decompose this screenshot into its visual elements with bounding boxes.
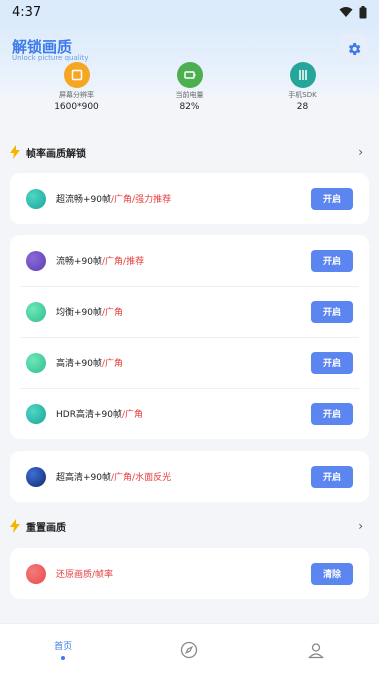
option-tags: /广角 [102,308,124,318]
lightning-icon [10,145,20,159]
page-subtitle: Unlock picture quality [12,54,89,62]
bottom-nav: 首页 [0,623,379,675]
smooth-icon [26,250,46,271]
list-item: 超流畅+90帧/广角/强力推荐 开启 [10,173,369,224]
nav-home-label: 首页 [54,642,73,652]
settings-button[interactable] [339,34,369,64]
enable-button[interactable]: 开启 [311,300,353,323]
chevron-right-icon: › [358,519,363,533]
option-name: 超流畅+90帧 [56,195,111,205]
list-item: 流畅+90帧/广角/推荐 开启 [10,235,369,286]
reset-label: 还原画质/帧率 [56,570,114,580]
option-tags: /广角 [121,410,143,420]
clear-button[interactable]: 清除 [311,562,353,585]
reset-card: 还原画质/帧率 清除 [10,548,369,599]
sdk-icon [289,62,316,88]
list-item: 超高清+90帧/广角/水面反光 开启 [10,451,369,502]
section-reset-header[interactable]: 重置画质 › [10,516,369,536]
section-unlock-header[interactable]: 帧率画质解锁 › [10,142,369,162]
stat-resolution: 屏幕分辨率 1600*900 [32,62,122,118]
list-item: 还原画质/帧率 清除 [10,548,369,599]
nav-home[interactable]: 首页 [23,624,103,675]
gear-icon [348,43,361,55]
stat-label: 屏幕分辨率 [59,91,94,99]
option-card: 超高清+90帧/广角/水面反光 开启 [10,451,369,502]
stat-value: 28 [296,102,309,112]
list-item: HDR高清+90帧/广角 开启 [10,388,369,439]
option-card: 流畅+90帧/广角/推荐 开启 均衡+90帧/广角 开启 高清+90帧/广角 开… [10,235,369,439]
lightning-icon [10,519,20,533]
stat-label: 手机SDK [288,91,317,99]
enable-button[interactable]: 开启 [311,465,353,488]
resolution-icon [63,62,90,88]
list-item: 均衡+90帧/广角 开启 [10,286,369,337]
stat-label: 当前电量 [175,91,204,99]
status-icons [339,5,367,19]
enable-button[interactable]: 开启 [311,402,353,425]
stat-value: 82% [179,102,200,112]
enable-button[interactable]: 开启 [311,351,353,374]
battery-icon [176,62,203,88]
user-icon [307,642,324,658]
section-title: 重置画质 [26,522,66,534]
stat-value: 1600*900 [54,102,99,112]
ultra-smooth-icon [26,188,46,209]
chevron-right-icon: › [358,145,363,159]
option-name: 流畅+90帧 [56,257,102,267]
list-item: 高清+90帧/广角 开启 [10,337,369,388]
option-tags: /广角/推荐 [102,257,145,267]
nav-profile[interactable] [276,624,356,675]
hdr-icon [26,403,46,424]
device-stats: 屏幕分辨率 1600*900 当前电量 82% 手机SDK 28 [0,62,379,118]
enable-button[interactable]: 开启 [311,249,353,272]
restore-icon [26,563,46,584]
enable-button[interactable]: 开启 [311,187,353,210]
stat-battery: 当前电量 82% [145,62,235,118]
battery-status-icon [359,5,367,18]
nav-discover[interactable] [149,624,229,675]
option-tags: /广角/强力推荐 [111,195,172,205]
stat-sdk: 手机SDK 28 [258,62,348,118]
status-bar: 4:37 [0,0,379,24]
balanced-icon [26,301,46,322]
compass-icon [181,641,198,658]
option-name: 超高清+90帧 [56,473,111,483]
option-card: 超流畅+90帧/广角/强力推荐 开启 [10,173,369,224]
hd-icon [26,352,46,373]
option-tags: /广角/水面反光 [111,473,172,483]
ultra-hd-icon [26,466,46,487]
option-name: 均衡+90帧 [56,308,102,318]
option-tags: /广角 [102,359,124,369]
wifi-icon [339,7,353,17]
section-title: 帧率画质解锁 [26,148,86,160]
status-time: 4:37 [12,4,42,20]
option-name: HDR高清+90帧 [56,410,122,420]
active-indicator [61,656,66,660]
option-name: 高清+90帧 [56,359,102,369]
